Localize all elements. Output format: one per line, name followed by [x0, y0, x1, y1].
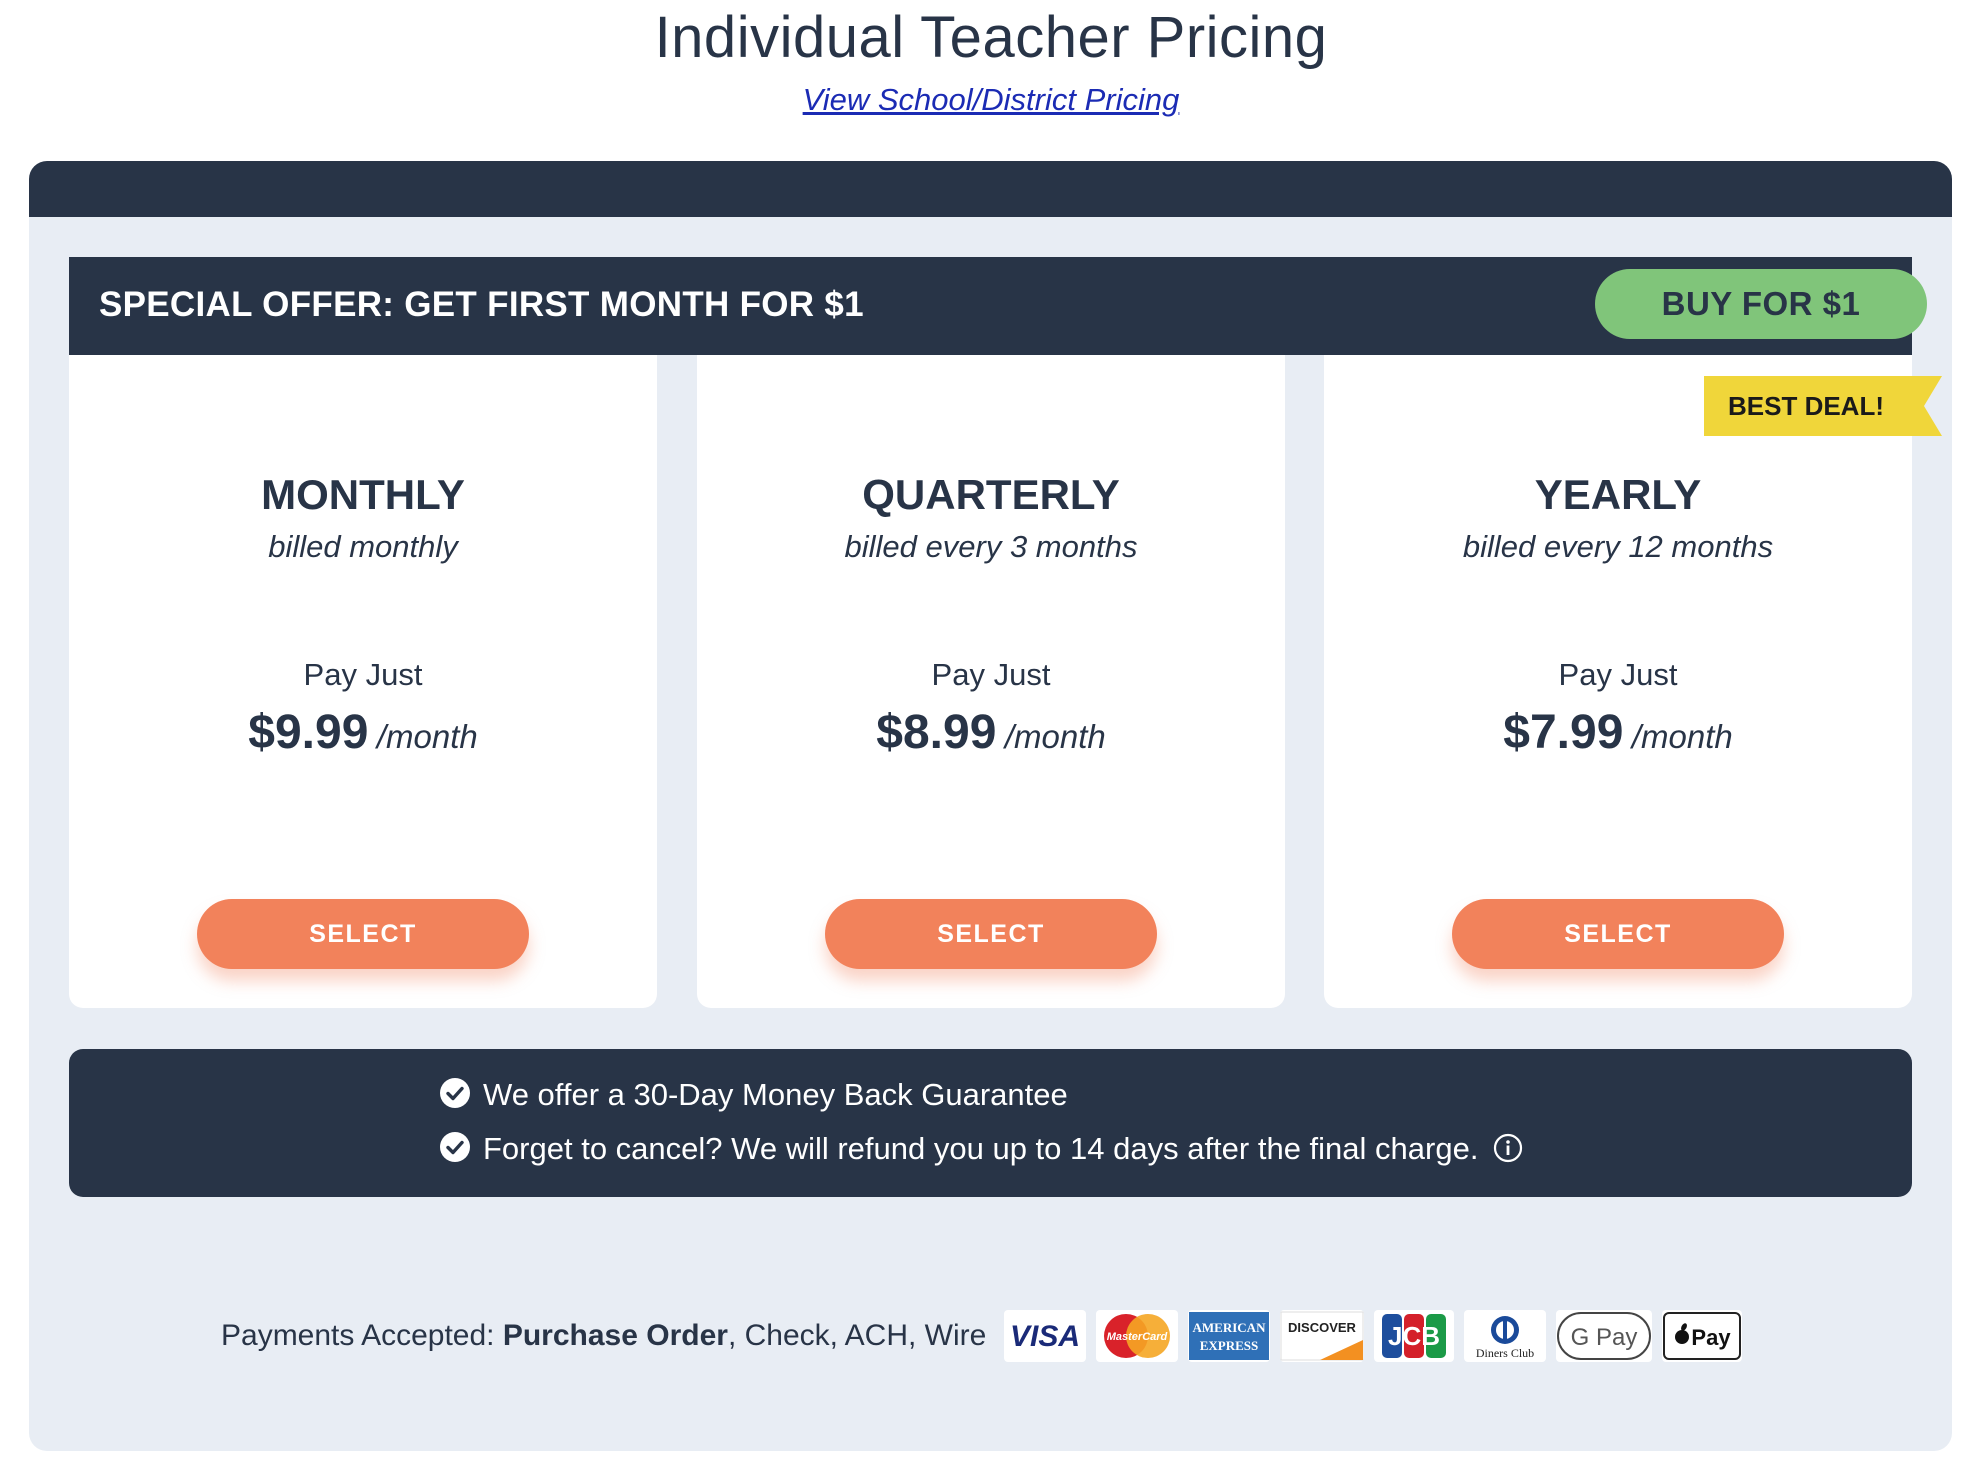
price-line: $8.99 /month [697, 705, 1285, 760]
plan-name: MONTHLY [261, 471, 465, 518]
svg-text:G Pay: G Pay [1571, 1324, 1638, 1351]
payments-label: Payments Accepted: Purchase Order, Check… [221, 1319, 987, 1352]
guarantee-box: We offer a 30-Day Money Back Guarantee F… [69, 1049, 1912, 1197]
purchase-order-label: Purchase Order [502, 1319, 728, 1352]
plan-price: $9.99 [248, 706, 369, 759]
special-offer-banner: SPECIAL OFFER: GET FIRST MONTH FOR $1 BU… [69, 257, 1927, 355]
plan-name: QUARTERLY [862, 471, 1120, 518]
plan-billing: billed every 3 months [844, 529, 1138, 564]
svg-text:DISCOVER: DISCOVER [1288, 1320, 1357, 1335]
visa-logo: VISA [1004, 1310, 1087, 1362]
mastercard-logo: MasterCard [1096, 1310, 1179, 1362]
select-yearly-button[interactable]: SELECT [1452, 899, 1784, 969]
svg-text:AMERICAN: AMERICAN [1193, 1320, 1267, 1335]
google-pay-logo: G Pay [1556, 1310, 1653, 1362]
panel-top-bar [29, 161, 1952, 217]
guarantee-text: We offer a 30-Day Money Back Guarantee [483, 1077, 1068, 1112]
plan-billing: billed every 12 months [1462, 529, 1774, 564]
select-monthly-button[interactable]: SELECT [197, 899, 529, 969]
svg-text:EXPRESS: EXPRESS [1200, 1338, 1259, 1353]
buy-for-1-button[interactable]: BUY FOR $1 [1595, 269, 1927, 339]
price-period: /month [1004, 718, 1106, 755]
svg-text:JCB: JCB [1388, 1321, 1440, 1351]
plan-card-yearly: YEARLY billed every 12 months Pay Just $… [1324, 355, 1912, 1008]
amex-logo: AMERICAN EXPRESS [1188, 1310, 1271, 1362]
svg-text:VISA: VISA [1010, 1320, 1080, 1353]
plan-card-quarterly: QUARTERLY billed every 3 months Pay Just… [697, 355, 1285, 1008]
refund-text: Forget to cancel? We will refund you up … [483, 1131, 1479, 1166]
guarantee-row: We offer a 30-Day Money Back Guarantee [439, 1077, 1068, 1117]
price-period: /month [1631, 718, 1733, 755]
diners-club-logo: Diners Club [1464, 1310, 1547, 1362]
pay-just-label: Pay Just [303, 657, 423, 692]
plan-price: $7.99 [1503, 706, 1624, 759]
price-line: $7.99 /month [1324, 705, 1912, 760]
plan-name: YEARLY [1534, 471, 1702, 518]
apple-pay-logo: Pay [1662, 1310, 1743, 1362]
pay-just-label: Pay Just [1558, 657, 1678, 692]
payments-accepted: Payments Accepted: Purchase Order, Check… [221, 1309, 1752, 1363]
best-deal-ribbon: BEST DEAL! [1704, 376, 1942, 436]
plan-card-monthly: MONTHLY billed monthly Pay Just $9.99 /m… [69, 355, 657, 1008]
best-deal-label: BEST DEAL! [1728, 391, 1884, 421]
discover-logo: DISCOVER [1280, 1310, 1365, 1362]
check-circle-icon [440, 1078, 470, 1108]
svg-text:Pay: Pay [1692, 1325, 1732, 1350]
page-title: Individual Teacher Pricing [654, 5, 1328, 70]
svg-text:MasterCard: MasterCard [1107, 1331, 1168, 1343]
pricing-panel: SPECIAL OFFER: GET FIRST MONTH FOR $1 BU… [29, 161, 1952, 1451]
price-period: /month [376, 718, 478, 755]
pay-just-label: Pay Just [931, 657, 1051, 692]
select-quarterly-button[interactable]: SELECT [825, 899, 1157, 969]
jcb-logo: JCB [1374, 1310, 1455, 1362]
special-offer-text: SPECIAL OFFER: GET FIRST MONTH FOR $1 [99, 285, 864, 324]
guarantee-row: Forget to cancel? We will refund you up … [439, 1131, 1523, 1171]
plan-billing: billed monthly [268, 529, 458, 564]
svg-text:Diners Club: Diners Club [1476, 1346, 1534, 1360]
info-icon[interactable] [1493, 1133, 1523, 1163]
plan-price: $8.99 [876, 706, 997, 759]
district-pricing-link[interactable]: View School/District Pricing [0, 82, 1982, 118]
price-line: $9.99 /month [69, 705, 657, 760]
check-circle-icon [440, 1132, 470, 1162]
